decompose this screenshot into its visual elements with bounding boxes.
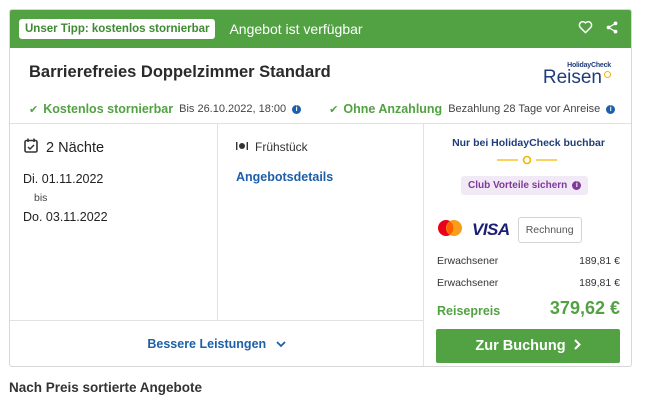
divider-sun-icon	[497, 155, 557, 165]
price-row: Erwachsener 189,81 €	[437, 277, 620, 289]
price-row: Erwachsener 189,81 €	[437, 255, 620, 267]
better-services-button[interactable]: Bessere Leistungen	[10, 321, 423, 351]
feature-no-deposit-detail: Bezahlung 28 Tage vor Anreise	[448, 103, 601, 115]
info-icon[interactable]: i	[606, 104, 616, 114]
price-value: 189,81 €	[579, 277, 620, 289]
booking-column: Nur bei HolidayCheck buchbar Club Vortei…	[424, 124, 631, 366]
date-from: Di. 01.11.2022	[23, 172, 104, 186]
offer-card: Unser Tipp: kostenlos stornierbar Angebo…	[9, 9, 632, 367]
feature-list: ✔ Kostenlos stornierbar Bis 26.10.2022, …	[29, 102, 616, 116]
section-title: Nach Preis sortierte Angebote	[9, 380, 203, 395]
meal-text: Frühstück	[255, 140, 308, 154]
price-value: 189,81 €	[579, 255, 620, 267]
check-icon: ✔	[29, 103, 39, 116]
logo-main-text: Reisen	[542, 67, 602, 88]
offer-details-link[interactable]: Angebotsdetails	[236, 170, 333, 184]
only-holidaycheck-label: Nur bei HolidayCheck buchbar	[452, 137, 605, 149]
info-icon[interactable]: i	[572, 181, 582, 190]
better-services-row: Bessere Leistungen	[10, 320, 424, 366]
info-icon[interactable]: i	[292, 104, 302, 114]
share-icon[interactable]	[605, 20, 619, 35]
club-benefits-label: Club Vorteile sichern	[468, 180, 568, 191]
logo-sun-icon	[604, 70, 611, 78]
book-button-label: Zur Buchung	[475, 338, 566, 354]
nights: 2 Nächte	[24, 138, 104, 157]
heart-icon[interactable]	[578, 20, 593, 35]
nights-text: 2 Nächte	[46, 139, 105, 156]
invoice-badge: Rechnung	[517, 217, 582, 243]
chevron-down-icon	[270, 337, 286, 351]
room-title: Barrierefreies Doppelzimmer Standard	[29, 63, 331, 81]
total-label: Reisepreis	[437, 304, 501, 318]
offer-header: Barrierefreies Doppelzimmer Standard Hol…	[10, 48, 631, 124]
stay-dates-column: 2 Nächte Di. 01.11.2022 bis Do. 03.11.20…	[10, 124, 218, 320]
mastercard-icon	[436, 219, 464, 242]
better-services-label: Bessere Leistungen	[147, 337, 267, 351]
holidaycheck-reisen-logo: HolidayCheck Reisen	[543, 62, 611, 87]
offer-topbar: Unser Tipp: kostenlos stornierbar Angebo…	[10, 10, 631, 48]
calendar-icon	[24, 138, 38, 157]
date-to: Do. 03.11.2022	[23, 210, 108, 224]
tip-badge: Unser Tipp: kostenlos stornierbar	[19, 19, 216, 39]
check-icon: ✔	[329, 103, 339, 116]
price-label: Erwachsener	[437, 277, 499, 289]
cutlery-icon	[236, 140, 248, 154]
feature-no-deposit: Ohne Anzahlung	[343, 102, 443, 116]
meal-type: Frühstück	[236, 140, 308, 154]
board-column: Frühstück Angebotsdetails	[218, 124, 424, 320]
feature-free-cancel-detail: Bis 26.10.2022, 18:00	[179, 103, 287, 115]
date-separator: bis	[34, 192, 48, 204]
availability-text: Angebot ist verfügbar	[229, 21, 363, 37]
visa-logo: VISA	[472, 220, 510, 239]
chevron-right-icon	[573, 338, 581, 354]
book-button[interactable]: Zur Buchung	[436, 329, 620, 363]
total-price: 379,62 €	[549, 298, 620, 318]
feature-free-cancel: Kostenlos stornierbar	[43, 102, 174, 116]
payment-methods: VISA Rechnung	[436, 217, 582, 243]
price-label: Erwachsener	[437, 255, 499, 267]
club-benefits-badge[interactable]: Club Vorteile sichern i	[461, 176, 589, 195]
